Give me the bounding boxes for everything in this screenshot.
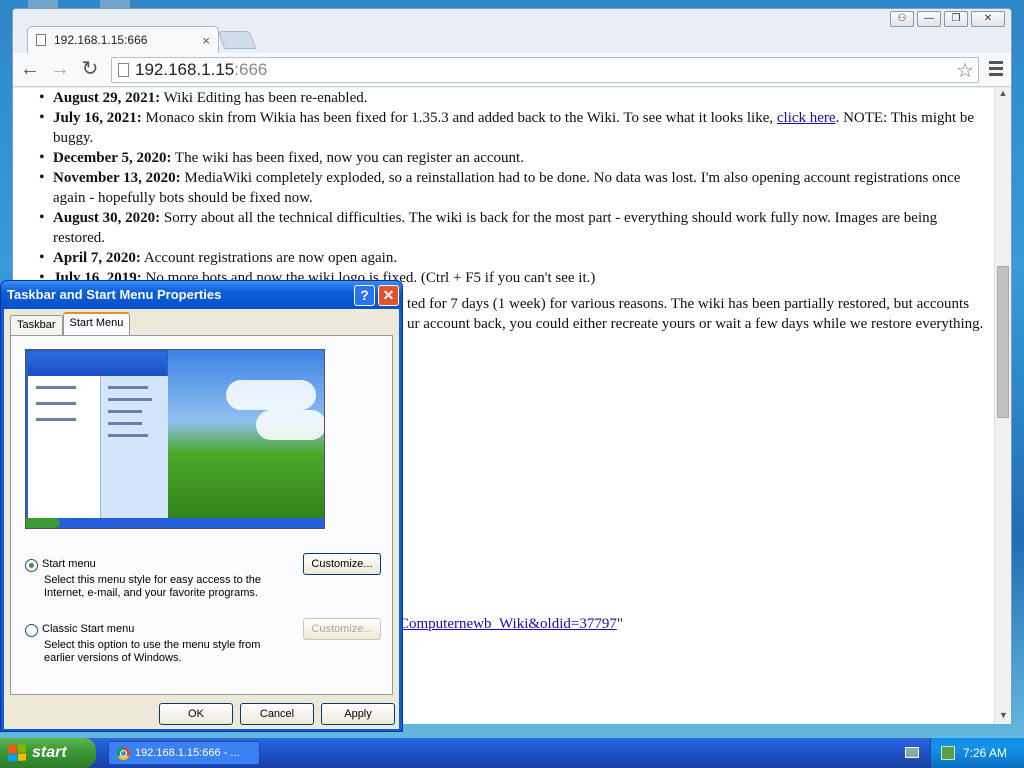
start-menu-radio[interactable] (25, 559, 38, 572)
classic-menu-option[interactable]: Classic Start menu (25, 623, 134, 637)
start-menu-label: Start menu (42, 558, 96, 570)
ok-button[interactable]: OK (159, 703, 233, 725)
news-link[interactable]: click here (777, 110, 836, 126)
news-date: August 29, 2021: (53, 90, 161, 106)
news-date: December 5, 2020: (53, 150, 172, 166)
url-port: :666 (234, 60, 268, 79)
vertical-scrollbar[interactable]: ▲ ▼ (994, 88, 1011, 724)
browser-toolbar: ← → ↻ 192.168.1.15:666 ☆ (13, 53, 1011, 87)
close-window-button[interactable]: ✕ (971, 11, 1005, 27)
classic-menu-description: Select this option to use the menu style… (44, 639, 261, 664)
back-icon[interactable]: ← (17, 57, 43, 83)
apply-button[interactable]: Apply (321, 703, 395, 725)
scroll-up-icon[interactable]: ▲ (995, 88, 1011, 102)
news-item: November 13, 2020: MediaWiki completely … (39, 168, 981, 208)
news-text: MediaWiki completely exploded, so a rein… (53, 170, 961, 206)
forward-icon[interactable]: → (47, 57, 73, 83)
clock[interactable]: 7:26 AM (963, 746, 1007, 760)
keyboard-icon[interactable] (905, 747, 919, 758)
customize-classic-button: Customize... (303, 618, 381, 640)
address-bar[interactable]: 192.168.1.15:666 ☆ (111, 57, 979, 83)
help-button[interactable]: ? (354, 285, 375, 306)
news-item: December 5, 2020: The wiki has been fixe… (39, 148, 981, 168)
news-text: Wiki Editing has been re-enabled. (160, 90, 368, 106)
maximize-button[interactable]: ❐ (944, 11, 968, 27)
task-label: 192.168.1.15:666 - ... (135, 747, 240, 759)
news-text: Account registrations are now open again… (140, 250, 398, 266)
chrome-icon (117, 746, 130, 760)
scroll-down-icon[interactable]: ▼ (995, 710, 1012, 724)
quote-mark: " (616, 616, 623, 632)
cancel-button[interactable]: Cancel (240, 703, 314, 725)
windows-logo-icon (8, 744, 26, 762)
start-menu-description: Select this menu style for easy access t… (44, 574, 262, 599)
taskbar-properties-dialog: Taskbar and Start Menu Properties ? ✕ Ta… (0, 280, 403, 732)
new-tab-button[interactable] (217, 31, 257, 49)
news-text: Sorry about all the technical difficulti… (53, 210, 938, 246)
start-menu-preview (25, 349, 325, 529)
bookmark-star-icon[interactable]: ☆ (956, 58, 974, 83)
news-date: April 7, 2020: (53, 250, 141, 266)
start-button[interactable]: start (0, 738, 96, 768)
news-text: Monaco skin from Wikia has been fixed fo… (141, 110, 777, 126)
minimize-button[interactable]: — (917, 11, 941, 27)
hidden-text-line: ur account back, you could either recrea… (407, 316, 984, 332)
reload-icon[interactable]: ↻ (77, 57, 103, 83)
browser-tab[interactable]: 192.168.1.15:666 × (27, 26, 219, 53)
page-icon (118, 63, 129, 77)
windows-taskbar: start 192.168.1.15:666 - ... 7:26 AM (0, 738, 1024, 768)
taskbar-item-browser[interactable]: 192.168.1.15:666 - ... (108, 741, 260, 765)
scroll-thumb[interactable] (997, 266, 1009, 418)
window-controls: ⚇ — ❐ ✕ (890, 11, 1005, 27)
dialog-close-button[interactable]: ✕ (378, 285, 399, 306)
classic-menu-label: Classic Start menu (42, 623, 135, 635)
news-item: July 16, 2021: Monaco skin from Wikia ha… (39, 108, 981, 148)
preview-start-menu (26, 350, 168, 520)
news-text: The wiki has been fixed, now you can reg… (171, 150, 524, 166)
page-icon (36, 34, 46, 46)
news-list: August 29, 2021: Wiki Editing has been r… (13, 88, 995, 288)
dialog-title: Taskbar and Start Menu Properties (7, 287, 222, 302)
menu-icon[interactable] (989, 61, 1003, 79)
news-date: August 30, 2020: (53, 210, 161, 226)
hidden-text-line: ted for 7 days (1 week) for various reas… (407, 296, 970, 312)
start-menu-option[interactable]: Start menu (25, 558, 96, 572)
news-item: August 29, 2021: Wiki Editing has been r… (39, 88, 981, 108)
news-item: April 7, 2020: Account registrations are… (39, 248, 981, 268)
news-date: July 16, 2021: (53, 110, 142, 126)
system-tray: 7:26 AM (930, 738, 1024, 768)
dialog-title-bar[interactable]: Taskbar and Start Menu Properties ? ✕ (1, 281, 402, 309)
start-menu-panel: Start menu Select this menu style for ea… (10, 335, 393, 695)
classic-menu-radio[interactable] (25, 624, 38, 637)
tab-close-icon[interactable]: × (202, 33, 210, 48)
start-label: start (32, 744, 67, 761)
news-date: November 13, 2020: (53, 170, 181, 186)
preview-taskbar (26, 518, 324, 528)
tab-start-menu[interactable]: Start Menu (62, 312, 131, 335)
url-host: 192.168.1.15 (135, 60, 235, 79)
permalink: Computernewb_Wiki&oldid=37797" (399, 616, 623, 633)
dialog-body: Taskbar Start Menu Start menu Select thi… (4, 309, 399, 729)
news-item: August 30, 2020: Sorry about all the tec… (39, 208, 981, 248)
user-icon[interactable]: ⚇ (890, 11, 914, 27)
permalink-link[interactable]: Computernewb_Wiki&oldid=37797 (399, 616, 617, 632)
tab-title: 192.168.1.15:666 (54, 33, 148, 47)
preview-start-button (26, 518, 60, 528)
tab-taskbar[interactable]: Taskbar (10, 315, 63, 335)
dialog-tabs: Taskbar Start Menu (10, 312, 131, 335)
customize-start-menu-button[interactable]: Customize... (303, 553, 381, 575)
network-icon[interactable] (941, 746, 955, 760)
